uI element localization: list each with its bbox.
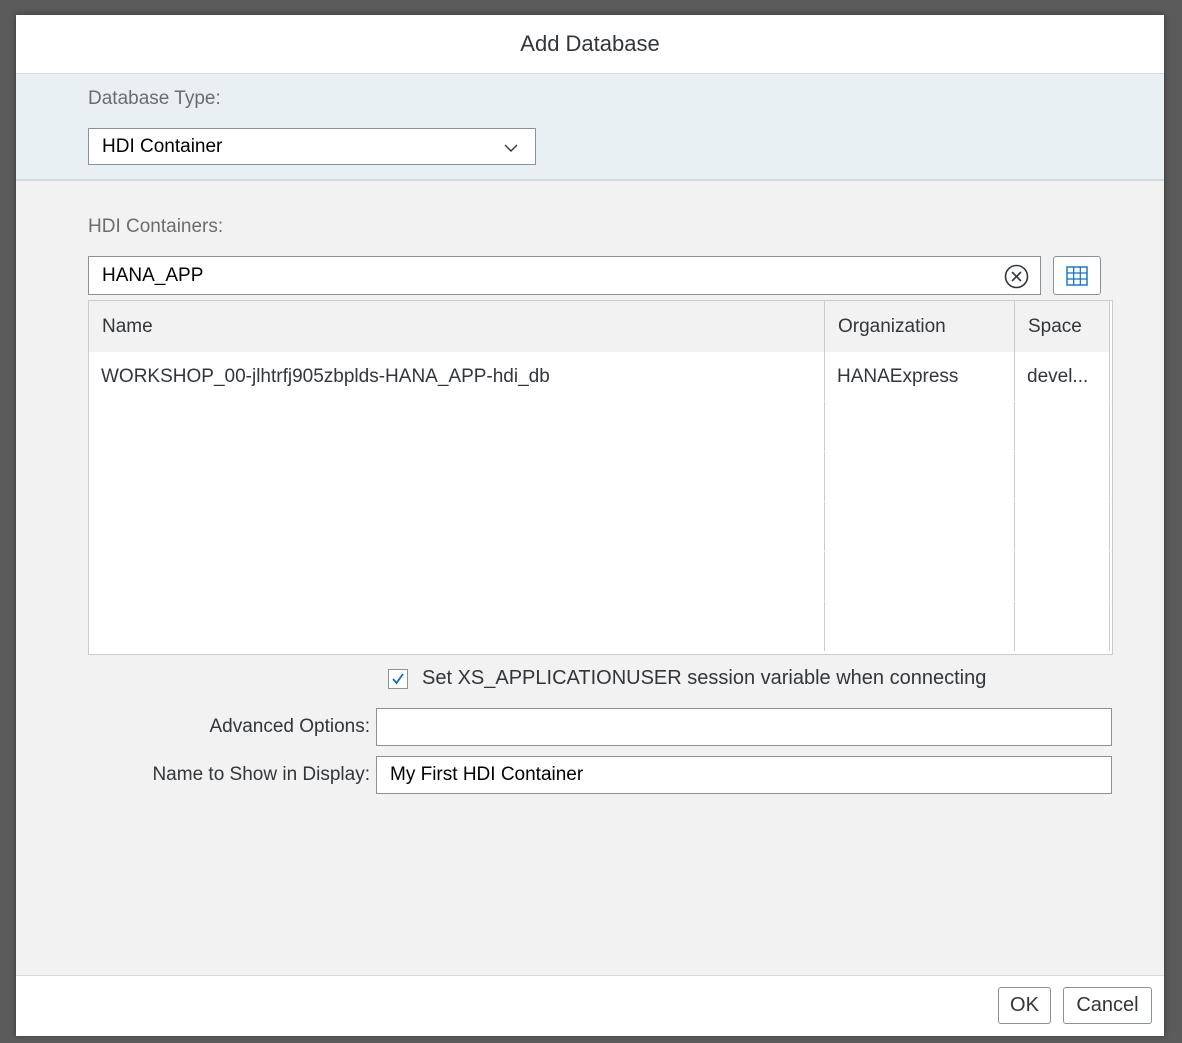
database-type-section: Database Type: HDI Container [16,74,1164,181]
display-name-input[interactable]: My First HDI Container [376,756,1112,794]
container-search-input[interactable]: HANA_APP [88,256,1041,295]
checkmark-icon [392,672,404,684]
session-variable-label: Set XS_APPLICATIONUSER session variable … [422,667,987,689]
table-row-empty [89,452,1110,503]
advanced-options-input[interactable] [376,708,1112,746]
empty-cell [89,502,825,551]
database-type-select[interactable]: HDI Container [88,128,536,165]
empty-cell [89,402,825,451]
table-row[interactable]: WORKSHOP_00-jlhtrfj905zbplds-HANA_APP-hd… [89,352,1110,403]
session-variable-checkbox-row[interactable]: Set XS_APPLICATIONUSER session variable … [388,667,986,690]
table-row-empty [89,602,1110,652]
session-variable-checkbox[interactable] [388,668,408,689]
empty-cell [1015,502,1110,551]
database-type-value: HDI Container [102,135,223,157]
table-row-empty [89,502,1110,553]
cell-name: WORKSHOP_00-jlhtrfj905zbplds-HANA_APP-hd… [89,352,825,401]
empty-cell [825,402,1015,451]
hdi-containers-label: HDI Containers: [88,216,224,237]
database-type-label: Database Type: [88,88,221,109]
cancel-button[interactable]: Cancel [1063,987,1152,1024]
empty-cell [825,452,1015,501]
column-header-space[interactable]: Space [1015,301,1110,352]
hdi-containers-table: Name Organization Space WORKSHOP_00-jlht… [88,300,1113,655]
display-name-label: Name to Show in Display: [152,764,370,785]
ok-button[interactable]: OK [998,987,1051,1024]
clear-icon[interactable] [1004,264,1029,289]
empty-cell [89,452,825,501]
container-search-value: HANA_APP [102,264,204,286]
cell-organization: HANAExpress [825,352,1015,401]
add-database-dialog: Add Database Database Type: HDI Containe… [16,15,1164,1036]
cell-space: devel... [1015,352,1110,401]
empty-cell [1015,452,1110,501]
dialog-title: Add Database [520,31,660,56]
empty-cell [89,602,825,651]
empty-cell [825,552,1015,601]
empty-cell [1015,402,1110,451]
empty-cell [825,602,1015,651]
empty-cell [89,552,825,601]
column-header-organization[interactable]: Organization [825,301,1015,352]
chevron-down-icon [504,144,518,152]
display-name-value: My First HDI Container [390,764,584,785]
empty-cell [1015,602,1110,651]
advanced-options-label: Advanced Options: [209,716,370,737]
empty-cell [825,502,1015,551]
table-row-empty [89,402,1110,453]
table-row-empty [89,552,1110,603]
table-header: Name Organization Space [89,301,1110,353]
grid-icon [1066,265,1088,286]
dialog-footer: OK Cancel [16,975,1164,1036]
empty-cell [1015,552,1110,601]
table-settings-button[interactable] [1053,256,1101,295]
dialog-header: Add Database [16,15,1164,74]
column-header-name[interactable]: Name [89,301,825,352]
